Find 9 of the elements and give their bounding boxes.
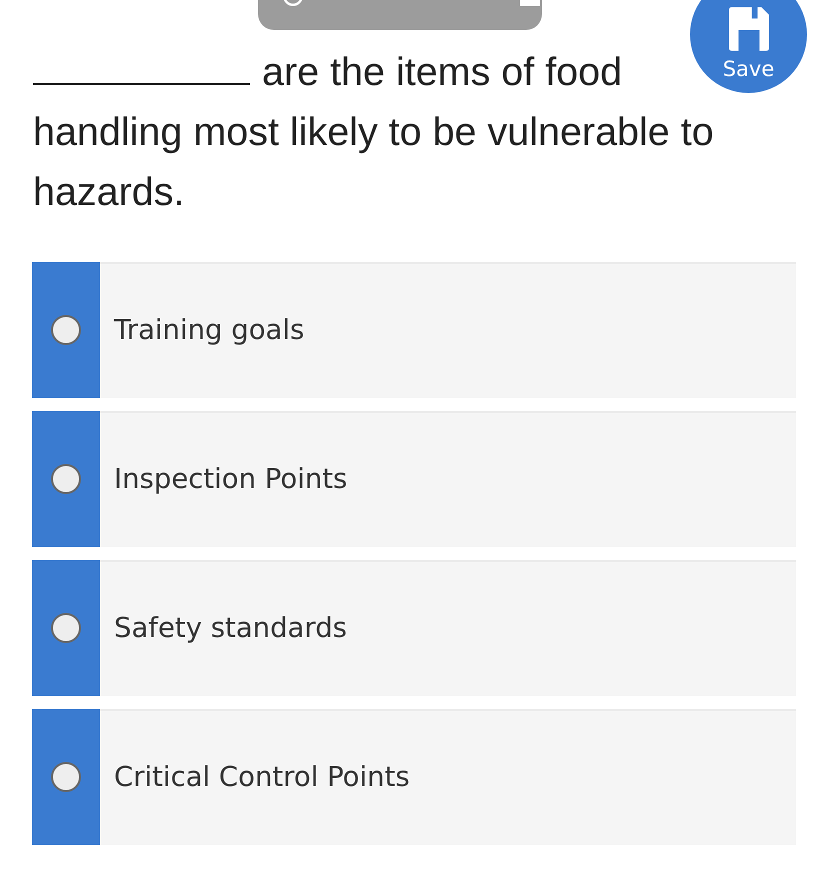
save-button[interactable]: Save [690,0,807,93]
radio-button[interactable] [51,464,81,494]
answer-option[interactable]: Training goals [32,262,796,398]
radio-button[interactable] [51,762,81,792]
answer-option[interactable]: Critical Control Points [32,709,796,845]
answer-option[interactable]: Inspection Points [32,411,796,547]
answer-option[interactable]: Safety standards [32,560,796,696]
radio-button[interactable] [51,613,81,643]
radio-button[interactable] [51,315,81,345]
